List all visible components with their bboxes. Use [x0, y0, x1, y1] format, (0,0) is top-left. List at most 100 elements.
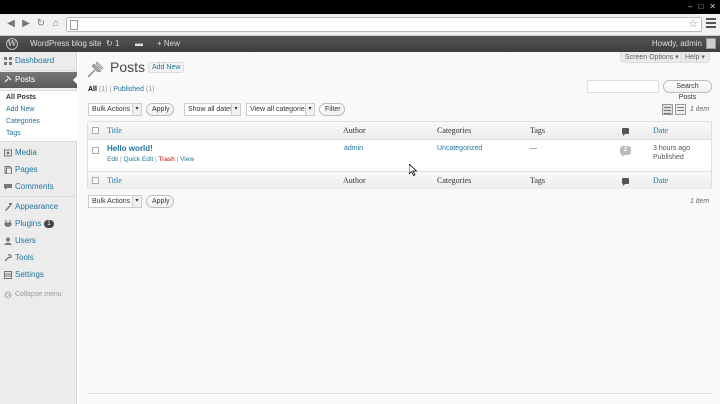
new-content-link[interactable]: + New [157, 36, 180, 52]
hamburger-icon[interactable] [706, 18, 716, 28]
wordpress-logo-icon[interactable]: W [6, 38, 18, 50]
sidebar-item-label: Tools [15, 253, 34, 262]
chevron-down-icon: ▾ [132, 104, 141, 115]
filter-all[interactable]: All [88, 86, 97, 93]
sidebar-item-appearance[interactable]: Appearance [0, 200, 77, 214]
sidebar-item-pages[interactable]: Pages [0, 163, 77, 177]
row-actions: Edit | Quick Edit | Trash | View [107, 156, 194, 163]
avatar[interactable] [706, 38, 716, 49]
column-title-footer[interactable]: Title [107, 176, 122, 185]
pages-icon [4, 166, 12, 174]
minimize-icon[interactable]: – [688, 2, 692, 11]
column-date-footer[interactable]: Date [653, 176, 668, 185]
list-view-icon[interactable] [662, 104, 673, 115]
updates-link[interactable]: ↻ 1 [106, 36, 119, 52]
sidebar-item-label: Pages [15, 165, 38, 174]
column-categories-footer: Categories [437, 176, 472, 185]
items-count: 1 item [690, 106, 710, 113]
comment-count-bubble[interactable]: 2 [620, 146, 631, 157]
screen-options-tab[interactable]: Screen Options ▾ [620, 52, 684, 63]
comments-column-icon[interactable] [622, 128, 629, 136]
collapse-menu-button[interactable]: Collapse menu [0, 288, 77, 302]
comment-bubble-icon[interactable]: ▬ [135, 36, 143, 52]
submenu-tags[interactable]: Tags [6, 130, 21, 137]
column-author-footer: Author [343, 176, 366, 185]
sidebar-item-label: Dashboard [15, 56, 55, 65]
post-category-link[interactable]: Uncategorized [437, 145, 482, 152]
post-status: Published [653, 154, 684, 161]
howdy-user-link[interactable]: Howdy, admin [652, 36, 702, 52]
submenu-all-posts[interactable]: All Posts [6, 94, 36, 101]
close-icon[interactable]: ✕ [709, 2, 716, 11]
reload-icon[interactable]: ↻ [35, 18, 47, 30]
bulk-actions-select[interactable]: Bulk Actions ▾ [88, 103, 142, 116]
sidebar-item-settings[interactable]: Settings [0, 268, 77, 282]
category-filter-select[interactable]: View all categories ▾ [246, 103, 315, 116]
view-link[interactable]: View [180, 156, 194, 163]
sidebar-item-comments[interactable]: Comments [0, 180, 77, 194]
post-tags: — [530, 145, 537, 152]
post-status-filters: All (1) | Published (1) [88, 86, 154, 93]
submenu-categories[interactable]: Categories [6, 118, 40, 125]
home-icon[interactable]: ⌂ [50, 18, 62, 30]
bulk-actions-select-bottom[interactable]: Bulk Actions ▾ [88, 195, 142, 208]
filter-published[interactable]: Published [113, 86, 144, 93]
filter-button[interactable]: Filter [319, 103, 345, 116]
users-icon [4, 237, 12, 245]
submenu-add-new[interactable]: Add New [6, 106, 34, 113]
sidebar-item-tools[interactable]: Tools [0, 251, 77, 265]
admin-sidebar: Dashboard Posts All Posts Add New Catego… [0, 52, 78, 404]
category-filter-value: View all categories [250, 106, 309, 113]
column-title-header[interactable]: Title [107, 126, 122, 135]
comments-icon [4, 184, 12, 190]
sidebar-item-label: Settings [15, 270, 44, 279]
star-icon[interactable]: ☆ [688, 18, 698, 31]
sidebar-item-media[interactable]: Media [0, 146, 77, 160]
updates-icon: ↻ [106, 39, 113, 48]
select-all-checkbox[interactable] [92, 127, 99, 134]
arrow-left-icon[interactable]: ◀ [5, 18, 17, 30]
row-checkbox[interactable] [92, 147, 99, 154]
date-filter-select[interactable]: Show all dates ▾ [184, 103, 241, 116]
add-new-post-button[interactable]: Add New [148, 62, 185, 73]
site-name-link[interactable]: WordPress blog site [30, 36, 101, 52]
sidebar-item-posts[interactable]: Posts [0, 72, 78, 88]
excerpt-view-icon[interactable] [675, 104, 686, 115]
address-bar[interactable]: ☆ [66, 17, 702, 32]
sidebar-item-label: Appearance [15, 202, 59, 211]
tools-icon [4, 254, 12, 262]
apply-button-bottom[interactable]: Apply [146, 195, 174, 208]
comments-column-icon[interactable] [622, 178, 629, 186]
sidebar-item-label: Users [15, 236, 36, 245]
apply-button[interactable]: Apply [146, 103, 174, 116]
sidebar-item-dashboard[interactable]: Dashboard [0, 54, 77, 68]
column-categories-header: Categories [437, 126, 472, 135]
arrow-right-icon[interactable]: ▶ [20, 18, 32, 30]
sidebar-item-label: Posts [15, 75, 36, 84]
edit-link[interactable]: Edit [107, 156, 118, 163]
search-posts-input[interactable] [587, 80, 659, 93]
sidebar-item-plugins[interactable]: Plugins 1 [0, 217, 77, 231]
date-filter-value: Show all dates [188, 106, 234, 113]
dashboard-icon [4, 57, 12, 65]
sidebar-item-label: Comments [15, 182, 54, 191]
post-title-link[interactable]: Hello world! [107, 144, 153, 153]
plugins-icon [4, 220, 12, 227]
quick-edit-link[interactable]: Quick Edit [124, 156, 154, 163]
bulk-actions-value: Bulk Actions [92, 106, 131, 113]
sidebar-item-users[interactable]: Users [0, 234, 77, 248]
window-titlebar: – □ ✕ [0, 0, 720, 14]
select-all-checkbox-footer[interactable] [92, 177, 99, 184]
collapse-menu-label: Collapse menu [15, 291, 62, 298]
column-date-header[interactable]: Date [653, 126, 668, 135]
maximize-icon[interactable]: □ [698, 2, 703, 11]
help-tab[interactable]: Help ▾ [680, 52, 710, 63]
wp-admin-bar: W WordPress blog site ↻ 1 ▬ + New Howdy,… [0, 36, 720, 52]
search-posts-button[interactable]: Search Posts [663, 80, 712, 101]
settings-icon [4, 271, 12, 279]
sidebar-item-label: Media [15, 148, 37, 157]
posts-submenu: All Posts Add New Categories Tags [0, 90, 77, 142]
action-separator: | [154, 156, 157, 163]
post-author-link[interactable]: admin [344, 145, 363, 152]
trash-link[interactable]: Trash [158, 156, 174, 163]
